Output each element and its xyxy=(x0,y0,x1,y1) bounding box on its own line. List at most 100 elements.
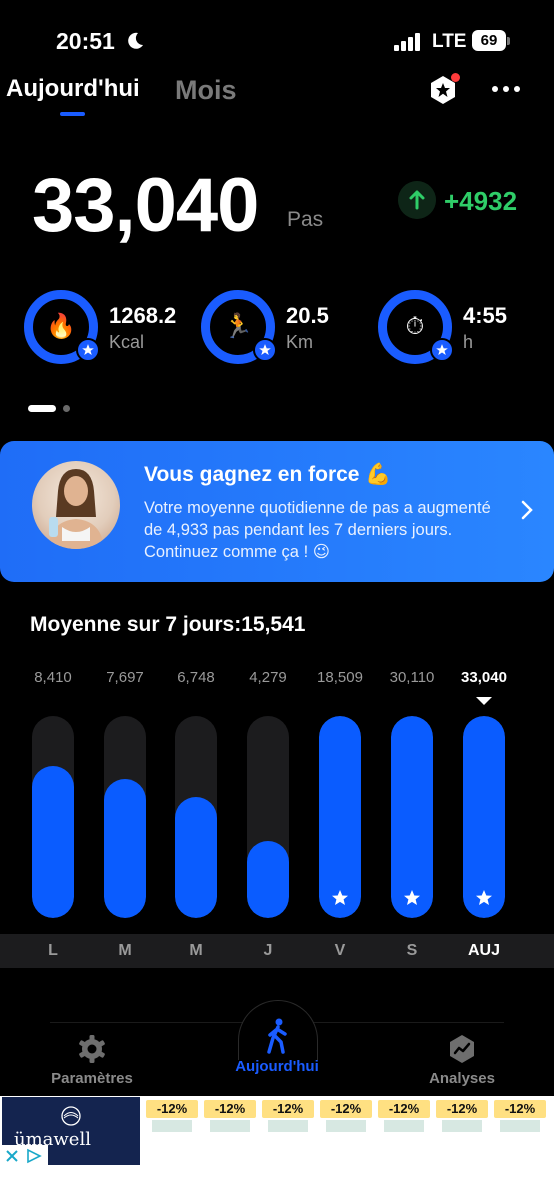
deal-discount: -12% xyxy=(146,1100,198,1118)
nav-analytics-label: Analyses xyxy=(429,1070,495,1087)
deal-discount: -12% xyxy=(204,1100,256,1118)
deal-discount: -12% xyxy=(494,1100,546,1118)
moon-icon xyxy=(128,32,143,49)
star-icon xyxy=(430,338,454,362)
nav-today-label: Aujourd'hui xyxy=(235,1058,319,1075)
page-dot xyxy=(63,405,71,413)
dot xyxy=(503,86,509,92)
day-label: L xyxy=(48,942,58,959)
deal-product-thumbnail xyxy=(384,1120,424,1132)
deal-discount: -12% xyxy=(378,1100,430,1118)
duration-metric[interactable]: ⏱ 4:55 h xyxy=(378,290,554,370)
battery-icon: 69 xyxy=(472,30,506,51)
banner-text: Votre moyenne quotidienne de pas a augme… xyxy=(144,499,491,561)
day-label: S xyxy=(406,942,418,959)
duration-value: 4:55 xyxy=(463,303,508,328)
more-options-button[interactable] xyxy=(490,78,522,100)
brand-mark-icon xyxy=(61,1106,81,1126)
ad-close-controls[interactable] xyxy=(2,1145,48,1167)
deal-discount: -12% xyxy=(436,1100,488,1118)
calories-metric[interactable]: 🔥 1268.2 Kcal xyxy=(24,290,204,370)
signal-icon xyxy=(394,33,422,51)
ad-close-icon[interactable] xyxy=(2,1145,48,1167)
dot xyxy=(492,86,498,92)
runner-icon: 🏃 xyxy=(223,313,253,340)
battery-tip xyxy=(507,37,510,45)
duration-unit: h xyxy=(463,332,474,352)
tab-month[interactable]: Mois xyxy=(175,75,237,106)
bar-value-label: 7,697 xyxy=(106,669,144,686)
notification-dot xyxy=(451,73,460,82)
step-unit: Pas xyxy=(287,208,324,231)
tab-active-indicator xyxy=(60,112,85,116)
clock: 20:51 xyxy=(56,28,115,54)
star-icon xyxy=(76,338,100,362)
day-label: AUJ xyxy=(467,942,500,959)
bar-value-label: 8,410 xyxy=(34,669,72,686)
ad-deal[interactable]: -12% xyxy=(436,1100,488,1136)
calories-value: 1268.2 xyxy=(109,303,177,328)
person-photo xyxy=(48,469,104,549)
distance-metric[interactable]: 🏃 20.5 Km xyxy=(201,290,381,370)
gear-icon xyxy=(79,1035,105,1063)
distance-unit: Km xyxy=(286,332,313,352)
ad-deal[interactable]: -12% xyxy=(146,1100,198,1136)
analytics-icon xyxy=(450,1035,474,1063)
deal-product-thumbnail xyxy=(268,1120,308,1132)
bar-track[interactable] xyxy=(32,716,74,918)
tab-today[interactable]: Aujourd'hui xyxy=(6,75,140,103)
bar-value-label: 6,748 xyxy=(177,669,215,686)
distance-value: 20.5 xyxy=(286,303,329,328)
bar-fill xyxy=(391,716,433,918)
weekly-average: Moyenne sur 7 jours:15,541 xyxy=(30,613,306,636)
bar-fill xyxy=(247,841,289,918)
nav-settings[interactable]: Paramètres xyxy=(22,1034,162,1087)
coach-avatar xyxy=(32,461,120,549)
nav-analytics[interactable]: Analyses xyxy=(392,1034,532,1087)
deal-product-thumbnail xyxy=(152,1120,192,1132)
goal-star-icon xyxy=(332,890,348,905)
bar-track[interactable] xyxy=(319,716,361,918)
today-marker-icon xyxy=(476,697,492,705)
dot xyxy=(514,86,520,92)
star-icon xyxy=(253,338,277,362)
insight-banner[interactable]: Vous gagnez en force 💪 Votre moyenne quo… xyxy=(0,441,554,582)
bar-track[interactable] xyxy=(104,716,146,918)
bar-fill xyxy=(104,779,146,918)
goal-star-icon xyxy=(404,890,420,905)
day-label: M xyxy=(189,942,203,959)
page-indicator xyxy=(28,400,73,418)
day-label: J xyxy=(263,942,273,959)
deal-product-thumbnail xyxy=(442,1120,482,1132)
day-label: V xyxy=(334,942,346,959)
deal-product-thumbnail xyxy=(500,1120,540,1132)
chevron-right-icon[interactable] xyxy=(519,499,535,521)
ad-deal[interactable]: -12% xyxy=(378,1100,430,1136)
bar-fill xyxy=(175,797,217,918)
deal-discount: -12% xyxy=(262,1100,314,1118)
ad-deal[interactable]: -12% xyxy=(262,1100,314,1136)
ad-deal[interactable]: -12% xyxy=(204,1100,256,1136)
deal-product-thumbnail xyxy=(326,1120,366,1132)
bar-fill xyxy=(319,716,361,918)
bar-track[interactable] xyxy=(463,716,505,918)
ad-deal[interactable]: -12% xyxy=(320,1100,372,1136)
bar-value-label: 18,509 xyxy=(317,669,363,686)
arrow-up-icon xyxy=(398,181,436,219)
ad-deal[interactable]: -12% xyxy=(494,1100,546,1136)
banner-title: Vous gagnez en force 💪 xyxy=(144,463,392,486)
bar-track[interactable] xyxy=(247,716,289,918)
network-label: LTE xyxy=(432,31,467,52)
step-delta: +4932 xyxy=(444,186,518,216)
bar-track[interactable] xyxy=(175,716,217,918)
nav-today[interactable]: Aujourd'hui xyxy=(207,1018,347,1075)
status-bar: 20:51 LTE 69 xyxy=(0,0,554,70)
step-count: 33,040 xyxy=(32,163,259,248)
bar-value-label: 30,110 xyxy=(389,669,435,686)
goal-star-icon xyxy=(476,890,492,905)
deal-discount: -12% xyxy=(320,1100,372,1118)
bar-track[interactable] xyxy=(391,716,433,918)
calories-unit: Kcal xyxy=(109,332,145,352)
day-label: M xyxy=(118,942,132,959)
walking-person-icon xyxy=(267,1018,287,1054)
